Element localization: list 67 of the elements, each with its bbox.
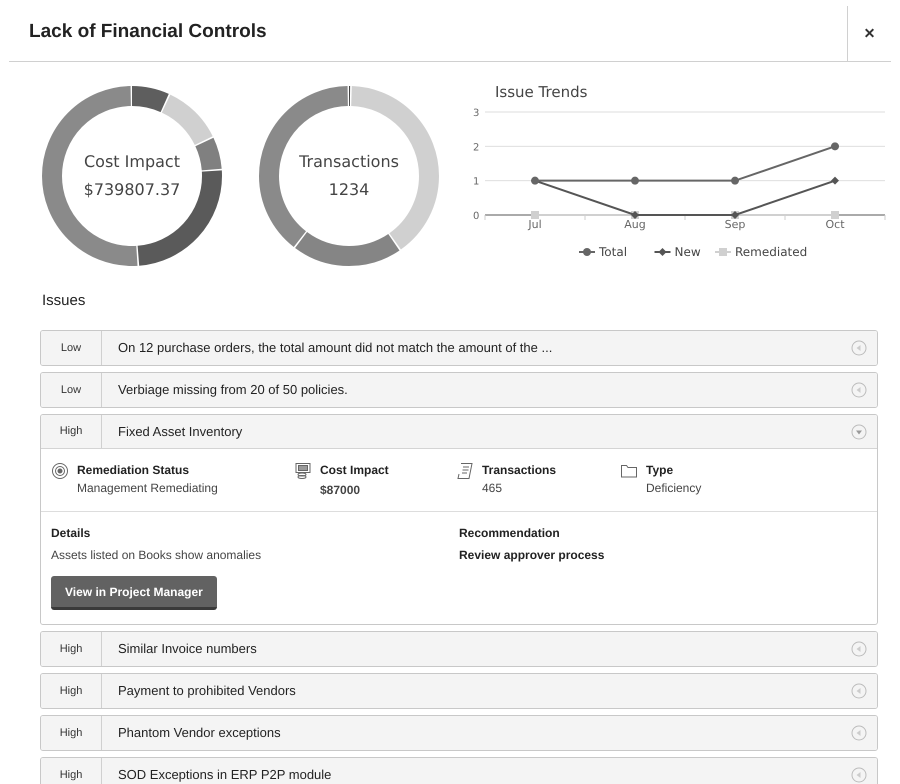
donut-label: Transactions xyxy=(299,151,399,173)
issue-title: Phantom Vendor exceptions xyxy=(118,724,281,742)
issue-header[interactable]: High Fixed Asset Inventory xyxy=(41,415,877,449)
collapsed-chevron-icon[interactable] xyxy=(851,683,867,699)
severity-label: High xyxy=(60,424,82,440)
collapsed-chevron-icon[interactable] xyxy=(851,767,867,783)
y-tick-label: 1 xyxy=(473,176,480,188)
legend-marker-icon xyxy=(579,248,595,256)
issue-header[interactable]: Low Verbiage missing from 20 of 50 policies. xyxy=(41,373,877,407)
fact-label: Type xyxy=(646,462,674,479)
issue-title: Similar Invoice numbers xyxy=(118,640,257,658)
receipt-icon xyxy=(456,462,474,480)
issue-header[interactable]: High Similar Invoice numbers xyxy=(41,632,877,666)
donut-value: $739807.37 xyxy=(84,179,180,201)
issue-title: Fixed Asset Inventory xyxy=(118,422,242,441)
x-tick-label: Oct xyxy=(825,218,845,231)
legend-label: Remediated xyxy=(735,245,808,259)
issue-title: Payment to prohibited Vendors xyxy=(118,682,296,700)
recommendation-text: Review approver process xyxy=(459,547,604,564)
view-in-project-manager-button[interactable]: View in Project Manager xyxy=(51,576,217,610)
severity-label: High xyxy=(60,684,82,699)
severity-label: High xyxy=(60,726,82,741)
x-tick-label: Sep xyxy=(724,218,746,231)
y-tick-label: 3 xyxy=(473,108,480,119)
fact-value: 465 xyxy=(482,480,504,497)
severity-label: Low xyxy=(60,382,82,398)
details-text: Assets listed on Books show anomalies xyxy=(51,547,262,564)
severity-label: Low xyxy=(60,340,82,356)
fact-label: Remediation Status xyxy=(77,462,190,479)
legend-label: Total xyxy=(599,245,628,259)
issue-header[interactable]: High SOD Exceptions in ERP P2P module xyxy=(41,758,877,784)
recommendation-label: Recommendation xyxy=(459,525,561,542)
donut-value: 1234 xyxy=(328,179,370,201)
expanded-chevron-icon[interactable] xyxy=(851,424,867,440)
fact-value: $87000 xyxy=(320,482,362,499)
legend-marker-icon xyxy=(654,248,670,256)
severity-label: High xyxy=(60,642,82,657)
fact-label: Cost Impact xyxy=(320,462,389,479)
folder-icon xyxy=(620,462,638,480)
legend-marker-icon xyxy=(715,248,731,256)
issue-title: Verbiage missing from 20 of 50 policies. xyxy=(118,381,348,400)
section-heading: Issues xyxy=(42,292,86,309)
issue-header[interactable]: Low On 12 purchase orders, the total amount did not match the amount of the ... xyxy=(41,331,877,365)
x-tick-label: Jul xyxy=(528,218,542,231)
issue-title: SOD Exceptions in ERP P2P module xyxy=(118,766,332,784)
y-tick-label: 2 xyxy=(473,142,480,154)
legend-label: New xyxy=(674,245,701,259)
y-tick-label: 0 xyxy=(473,211,480,222)
fact-label: Transactions xyxy=(482,462,556,479)
close-button[interactable]: × xyxy=(847,6,891,61)
money-icon xyxy=(294,462,312,480)
fact-value: Management Remediating xyxy=(77,480,218,497)
x-tick-label: Aug xyxy=(624,218,646,231)
issue-header[interactable]: High Payment to prohibited Vendors xyxy=(41,674,877,708)
target-icon xyxy=(51,462,69,480)
collapsed-chevron-icon[interactable] xyxy=(851,641,867,657)
details-label: Details xyxy=(51,525,92,542)
issue-title: On 12 purchase orders, the total amount did not match the amount of the ... xyxy=(118,339,552,358)
chart-title: Issue Trends xyxy=(495,83,588,101)
issue-header[interactable]: High Phantom Vendor exceptions xyxy=(41,716,877,750)
collapsed-chevron-icon[interactable] xyxy=(851,725,867,741)
dialog-title: Lack of Financial Controls xyxy=(29,20,267,44)
donut-label: Cost Impact xyxy=(84,151,180,173)
collapsed-chevron-icon[interactable] xyxy=(851,340,867,356)
severity-label: High xyxy=(60,768,82,783)
collapsed-chevron-icon[interactable] xyxy=(851,382,867,398)
fact-value: Deficiency xyxy=(646,480,702,497)
